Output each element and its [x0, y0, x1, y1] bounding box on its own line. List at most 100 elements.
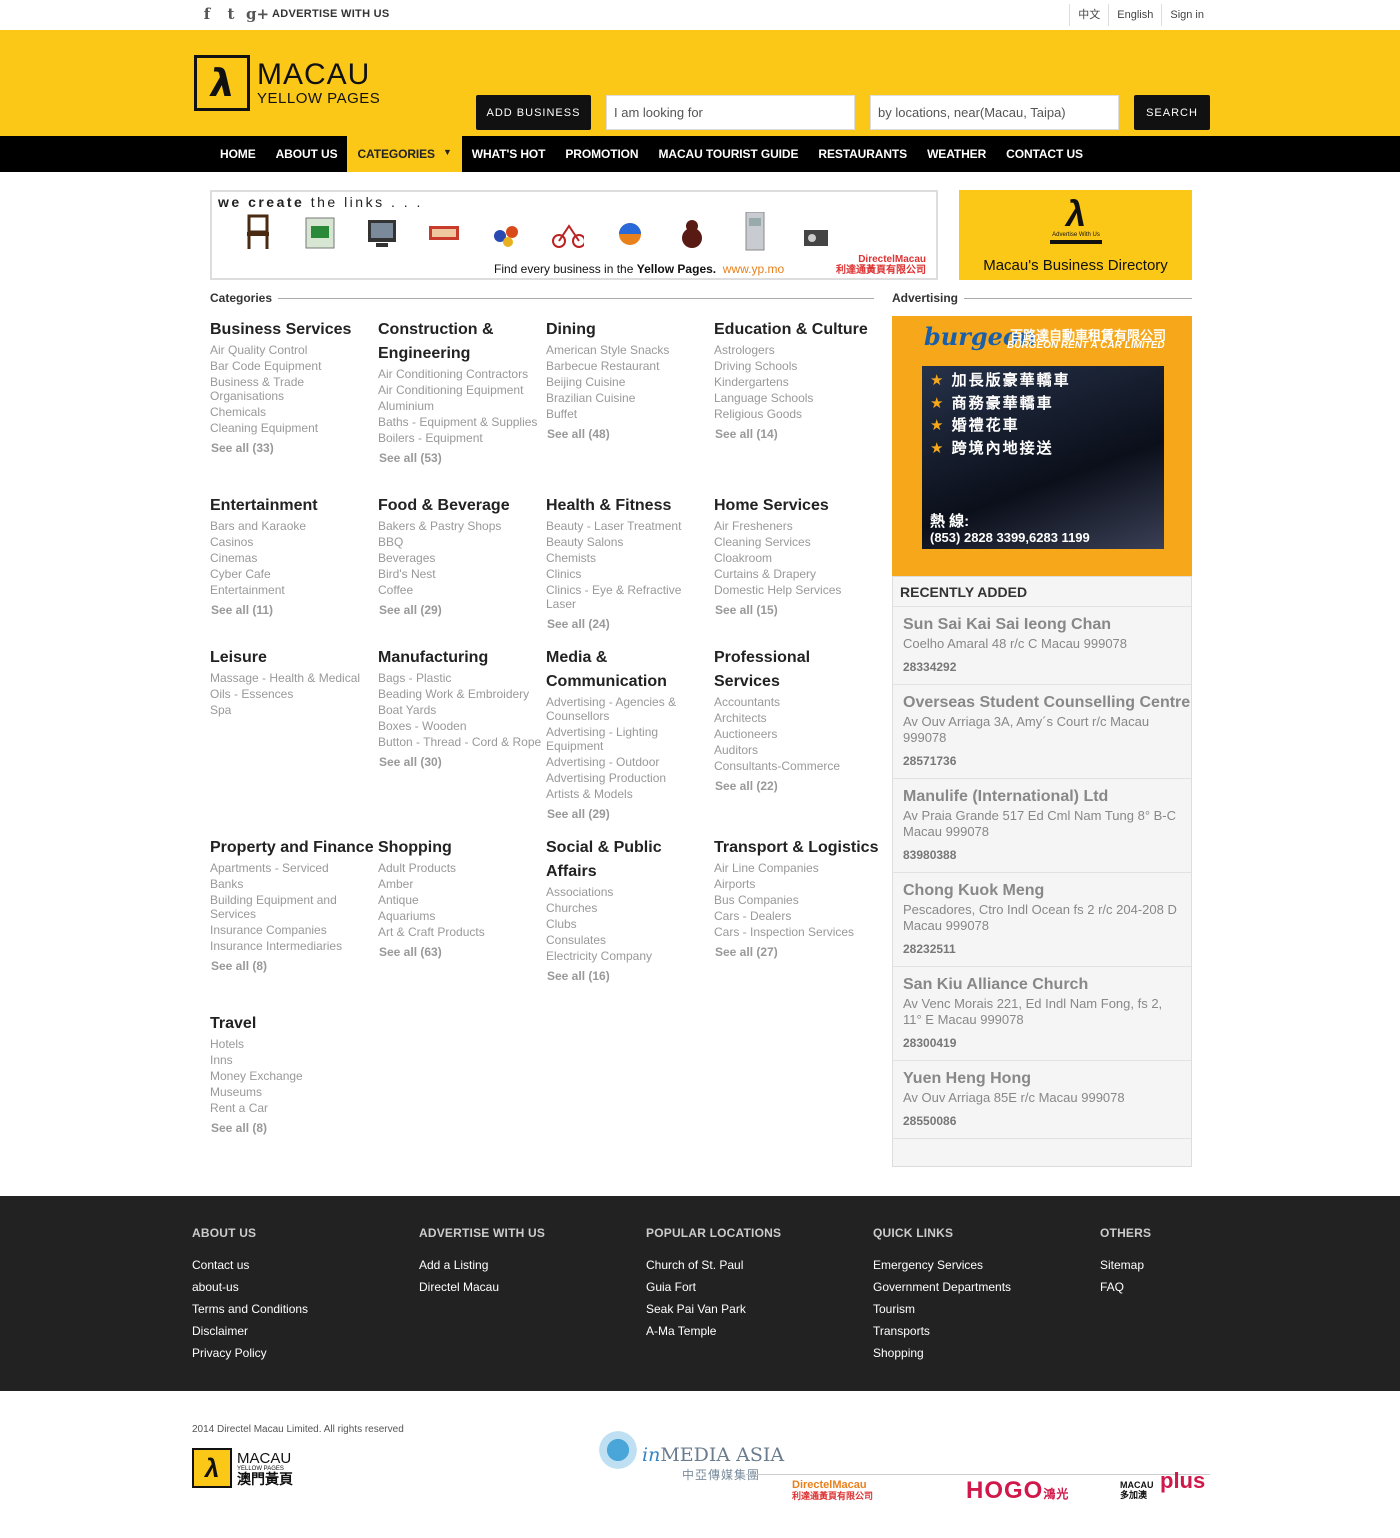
ad-banner[interactable]: we create the links . . . Find every bus…	[210, 190, 938, 280]
see-all-link[interactable]: See all (16)	[546, 969, 712, 983]
footer-link[interactable]: Emergency Services	[873, 1254, 1011, 1276]
subcategory-link[interactable]: Cyber Cafe	[210, 567, 376, 583]
category-title[interactable]: Dining	[546, 318, 712, 342]
subcategory-link[interactable]: Button - Thread - Cord & Rope	[378, 735, 544, 751]
category-title[interactable]: Food & Beverage	[378, 494, 544, 518]
subcategory-link[interactable]: Air Fresheners	[714, 519, 880, 535]
recent-listing[interactable]: Overseas Student Counselling Centre Av Ou…	[893, 685, 1191, 779]
subcategory-link[interactable]: Cars - Inspection Services	[714, 925, 880, 941]
footer-link[interactable]: Transports	[873, 1320, 1011, 1342]
category-title[interactable]: Social & Public Affairs	[546, 836, 712, 884]
subcategory-link[interactable]: Bags - Plastic	[378, 671, 544, 687]
see-all-link[interactable]: See all (22)	[714, 779, 880, 793]
subcategory-link[interactable]: Language Schools	[714, 391, 880, 407]
footer-link[interactable]: Privacy Policy	[192, 1342, 308, 1364]
recent-listing[interactable]: Yuen Heng Hong Av Ouv Arriaga 85E r/c Mac…	[893, 1061, 1191, 1139]
site-logo[interactable]: λ MACAU YELLOW PAGES	[194, 55, 380, 111]
footer-link[interactable]: Add a Listing	[419, 1254, 545, 1276]
category-title[interactable]: Business Services	[210, 318, 376, 342]
footer-logo[interactable]: λ MACAU YELLOW PAGES 澳門黃頁	[192, 1448, 293, 1488]
footer-link[interactable]: A-Ma Temple	[646, 1320, 781, 1342]
category-title[interactable]: Professional Services	[714, 646, 880, 694]
subcategory-link[interactable]: Business & Trade Organisations	[210, 375, 376, 405]
category-title[interactable]: Shopping	[378, 836, 544, 860]
subcategory-link[interactable]: Adult Products	[378, 861, 544, 877]
see-all-link[interactable]: See all (33)	[210, 441, 376, 455]
subcategory-link[interactable]: Bird's Nest	[378, 567, 544, 583]
subcategory-link[interactable]: Accountants	[714, 695, 880, 711]
nav-categories[interactable]: CATEGORIES ▼	[347, 136, 462, 172]
subcategory-link[interactable]: Advertising - Outdoor	[546, 755, 712, 771]
subcategory-link[interactable]: Air Line Companies	[714, 861, 880, 877]
subcategory-link[interactable]: Clubs	[546, 917, 712, 933]
category-title[interactable]: Leisure	[210, 646, 376, 670]
subcategory-link[interactable]: Airports	[714, 877, 880, 893]
nav-contact-us[interactable]: CONTACT US	[996, 136, 1093, 172]
footer-link[interactable]: FAQ	[1100, 1276, 1151, 1298]
subcategory-link[interactable]: American Style Snacks	[546, 343, 712, 359]
subcategory-link[interactable]: Beauty Salons	[546, 535, 712, 551]
sign-in-link[interactable]: Sign in	[1161, 4, 1212, 26]
subcategory-link[interactable]: Consulates	[546, 933, 712, 949]
see-all-link[interactable]: See all (48)	[546, 427, 712, 441]
advertise-with-us-banner[interactable]: λ Advertise With Us Macau's Business Dir…	[959, 190, 1192, 280]
subcategory-link[interactable]: Insurance Companies	[210, 923, 376, 939]
subcategory-link[interactable]: Clinics - Eye & Refractive Laser	[546, 583, 712, 613]
footer-link[interactable]: Directel Macau	[419, 1276, 545, 1298]
subcategory-link[interactable]: Auditors	[714, 743, 880, 759]
see-all-link[interactable]: See all (8)	[210, 959, 376, 973]
subcategory-link[interactable]: Air Quality Control	[210, 343, 376, 359]
subcategory-link[interactable]: Aluminium	[378, 399, 544, 415]
subcategory-link[interactable]: Museums	[210, 1085, 376, 1101]
see-all-link[interactable]: See all (29)	[378, 603, 544, 617]
listing-name[interactable]: Yuen Heng Hong	[903, 1069, 1181, 1089]
subcategory-link[interactable]: Boat Yards	[378, 703, 544, 719]
see-all-link[interactable]: See all (53)	[378, 451, 544, 465]
subcategory-link[interactable]: Cloakroom	[714, 551, 880, 567]
subcategory-link[interactable]: Bus Companies	[714, 893, 880, 909]
category-title[interactable]: Transport & Logistics	[714, 836, 880, 860]
nav-promotion[interactable]: PROMOTION	[555, 136, 648, 172]
nav-home[interactable]: HOME	[210, 136, 266, 172]
category-title[interactable]: Media & Communication	[546, 646, 712, 694]
subcategory-link[interactable]: Aquariums	[378, 909, 544, 925]
twitter-icon[interactable]: t	[222, 5, 240, 23]
subcategory-link[interactable]: Brazilian Cuisine	[546, 391, 712, 407]
footer-link[interactable]: Sitemap	[1100, 1254, 1151, 1276]
subcategory-link[interactable]: Cleaning Services	[714, 535, 880, 551]
search-input[interactable]: I am looking for	[606, 95, 855, 130]
listing-name[interactable]: Sun Sai Kai Sai Ieong Chan	[903, 615, 1181, 635]
category-title[interactable]: Education & Culture	[714, 318, 880, 342]
subcategory-link[interactable]: Advertising - Lighting Equipment	[546, 725, 712, 755]
footer-link[interactable]: Church of St. Paul	[646, 1254, 781, 1276]
see-all-link[interactable]: See all (27)	[714, 945, 880, 959]
category-title[interactable]: Construction & Engineering	[378, 318, 544, 366]
listing-name[interactable]: Manulife (International) Ltd	[903, 787, 1181, 807]
subcategory-link[interactable]: Driving Schools	[714, 359, 880, 375]
footer-link[interactable]: Government Departments	[873, 1276, 1011, 1298]
subcategory-link[interactable]: Entertainment	[210, 583, 376, 599]
directel-macau-logo[interactable]: DirectelMacau 利達通黃頁有限公司	[792, 1480, 873, 1502]
subcategory-link[interactable]: Beauty - Laser Treatment	[546, 519, 712, 535]
google-plus-icon[interactable]: g+	[246, 5, 269, 23]
subcategory-link[interactable]: Antique	[378, 893, 544, 909]
subcategory-link[interactable]: Boilers - Equipment	[378, 431, 544, 447]
subcategory-link[interactable]: Churches	[546, 901, 712, 917]
nav-restaurants[interactable]: RESTAURANTS	[808, 136, 917, 172]
footer-link[interactable]: Shopping	[873, 1342, 1011, 1364]
see-all-link[interactable]: See all (24)	[546, 617, 712, 631]
subcategory-link[interactable]: Auctioneers	[714, 727, 880, 743]
listing-name[interactable]: San Kiu Alliance Church	[903, 975, 1181, 995]
see-all-link[interactable]: See all (63)	[378, 945, 544, 959]
category-title[interactable]: Home Services	[714, 494, 880, 518]
subcategory-link[interactable]: Money Exchange	[210, 1069, 376, 1085]
nav-tourist-guide[interactable]: MACAU TOURIST GUIDE	[648, 136, 808, 172]
subcategory-link[interactable]: Kindergartens	[714, 375, 880, 391]
subcategory-link[interactable]: Casinos	[210, 535, 376, 551]
recent-listing[interactable]: Chong Kuok Meng Pescadores, Ctro Indl Oce…	[893, 873, 1191, 967]
subcategory-link[interactable]: Art & Craft Products	[378, 925, 544, 941]
macau-plus-logo[interactable]: MACAU 多加澳 plus	[1120, 1470, 1205, 1501]
listing-name[interactable]: Chong Kuok Meng	[903, 881, 1181, 901]
subcategory-link[interactable]: Advertising Production	[546, 771, 712, 787]
subcategory-link[interactable]: Domestic Help Services	[714, 583, 880, 599]
